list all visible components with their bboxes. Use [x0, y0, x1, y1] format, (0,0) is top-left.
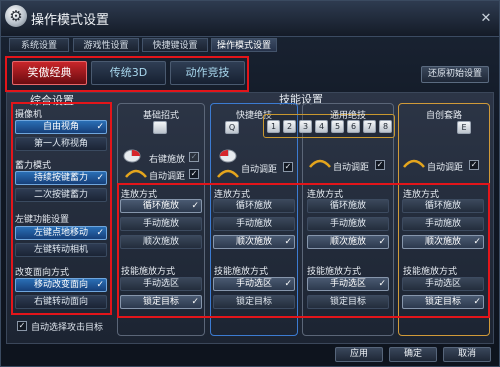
shortcut-auto-range-checkbox[interactable]: ✓ [283, 162, 293, 172]
scheme-classic-button[interactable]: 笑傲经典 [12, 61, 87, 85]
facing-mode-label: 改变面向方式 [15, 268, 70, 278]
common-auto-range-checkbox[interactable]: ✓ [375, 160, 385, 170]
ok-button[interactable]: 确定 [389, 347, 437, 362]
double-press-charge-option[interactable]: 二次按键蓄力 [15, 188, 107, 202]
tab-hotkeys[interactable]: 快捷键设置 [142, 38, 208, 52]
scheme-action-button[interactable]: 动作竞技 [170, 61, 245, 85]
skill-key-8[interactable]: 8 [379, 120, 392, 133]
custom-routine-title: 自创套路 [425, 111, 462, 121]
move-changes-facing-option[interactable]: 移动改变面向 [15, 278, 107, 292]
basic-cast-mode-label: 技能施放方式 [121, 267, 176, 277]
cancel-button[interactable]: 取消 [443, 347, 491, 362]
right-rotate-facing-option[interactable]: 右键转动面向 [15, 295, 107, 309]
basic-lock-target-option[interactable]: 锁定目标 [120, 295, 202, 309]
skill-key-1[interactable]: 1 [267, 120, 280, 133]
tab-gameplay[interactable]: 游戏性设置 [73, 38, 139, 52]
custom-loop-cast-option[interactable]: 循环施放 [402, 199, 484, 213]
custom-auto-range-label: 自动调距 [427, 163, 464, 173]
apply-button[interactable]: 应用 [335, 347, 383, 362]
left-rotate-camera-option[interactable]: 左键转动相机 [15, 243, 107, 257]
shortcut-key-q[interactable]: Q [225, 121, 239, 134]
tab-system[interactable]: 系统设置 [9, 38, 69, 52]
camera-label: 摄像机 [15, 110, 43, 120]
close-button[interactable]: ✕ [479, 12, 493, 26]
custom-lock-target-option[interactable]: 锁定目标 [402, 295, 484, 309]
basic-loop-cast-option[interactable]: 循环施放 [120, 199, 202, 213]
first-person-option[interactable]: 第一人称视角 [15, 137, 107, 151]
common-lock-target-option[interactable]: 锁定目标 [307, 295, 389, 309]
skill-key-5[interactable]: 5 [331, 120, 344, 133]
basic-sequential-cast-option[interactable]: 顺次施放 [120, 235, 202, 249]
skill-key-2[interactable]: 2 [283, 120, 296, 133]
window-title: 操作模式设置 [31, 13, 110, 28]
auto-range-icon [217, 169, 239, 178]
shortcut-lock-target-option[interactable]: 锁定目标 [213, 295, 295, 309]
common-cast-mode-label: 技能施放方式 [307, 267, 362, 277]
common-loop-cast-option[interactable]: 循环施放 [307, 199, 389, 213]
custom-cast-mode-label: 技能施放方式 [403, 267, 458, 277]
restore-defaults-button[interactable]: 还原初始设置 [421, 66, 489, 83]
auto-range-icon [125, 169, 147, 178]
custom-manual-area-option[interactable]: 手动选区 [402, 277, 484, 291]
skill-key-7[interactable]: 7 [363, 120, 376, 133]
common-sequential-cast-option[interactable]: 顺次施放 [307, 235, 389, 249]
common-manual-area-option[interactable]: 手动选区 [307, 277, 389, 291]
right-click-cast-checkbox[interactable]: ✓ [189, 152, 199, 162]
scheme-traditional-3d-button[interactable]: 传统3D [91, 61, 166, 85]
shortcut-loop-cast-option[interactable]: 循环施放 [213, 199, 295, 213]
basic-manual-cast-option[interactable]: 手动施放 [120, 217, 202, 231]
shortcut-manual-cast-option[interactable]: 手动施放 [213, 217, 295, 231]
common-auto-range-label: 自动调距 [333, 163, 370, 173]
shortcut-cast-mode-label: 技能施放方式 [214, 267, 269, 277]
charge-mode-label: 蓄力模式 [15, 161, 52, 171]
right-click-cast-label: 右键施放 [149, 155, 186, 165]
auto-select-label: 自动选择攻击目标 [31, 323, 104, 333]
auto-range-icon [309, 159, 331, 168]
common-manual-cast-option[interactable]: 手动施放 [307, 217, 389, 231]
skill-key-6[interactable]: 6 [347, 120, 360, 133]
mouse-icon [219, 149, 237, 163]
settings-window: ⚙ 操作模式设置 ✕ 系统设置 游戏性设置 快捷键设置 操作模式设置 笑傲经典 … [0, 0, 500, 367]
basic-key[interactable] [153, 121, 167, 134]
auto-range-icon [403, 159, 425, 168]
gear-icon: ⚙ [5, 5, 27, 27]
custom-sequential-cast-option[interactable]: 顺次施放 [402, 235, 484, 249]
hold-charge-option[interactable]: 持续按键蓄力 [15, 171, 107, 185]
free-view-option[interactable]: 自由视角 [15, 120, 107, 134]
basic-moves-title: 基础招式 [142, 111, 179, 121]
custom-auto-range-checkbox[interactable]: ✓ [469, 160, 479, 170]
shortcut-sequential-cast-option[interactable]: 顺次施放 [213, 235, 295, 249]
auto-select-checkbox[interactable]: ✓ [17, 321, 27, 331]
tab-control-mode[interactable]: 操作模式设置 [211, 38, 277, 52]
custom-key-e[interactable]: E [457, 121, 471, 134]
shortcut-auto-range-label: 自动调距 [241, 165, 278, 175]
skill-key-4[interactable]: 4 [315, 120, 328, 133]
left-click-label: 左键功能设置 [15, 215, 70, 225]
basic-auto-range-label: 自动调距 [149, 172, 186, 182]
skill-key-3[interactable]: 3 [299, 120, 312, 133]
mouse-icon [123, 149, 141, 163]
basic-auto-range-checkbox[interactable]: ✓ [189, 169, 199, 179]
basic-manual-area-option[interactable]: 手动选区 [120, 277, 202, 291]
custom-manual-cast-option[interactable]: 手动施放 [402, 217, 484, 231]
click-to-move-option[interactable]: 左键点地移动 [15, 226, 107, 240]
shortcut-manual-area-option[interactable]: 手动选区 [213, 277, 295, 291]
